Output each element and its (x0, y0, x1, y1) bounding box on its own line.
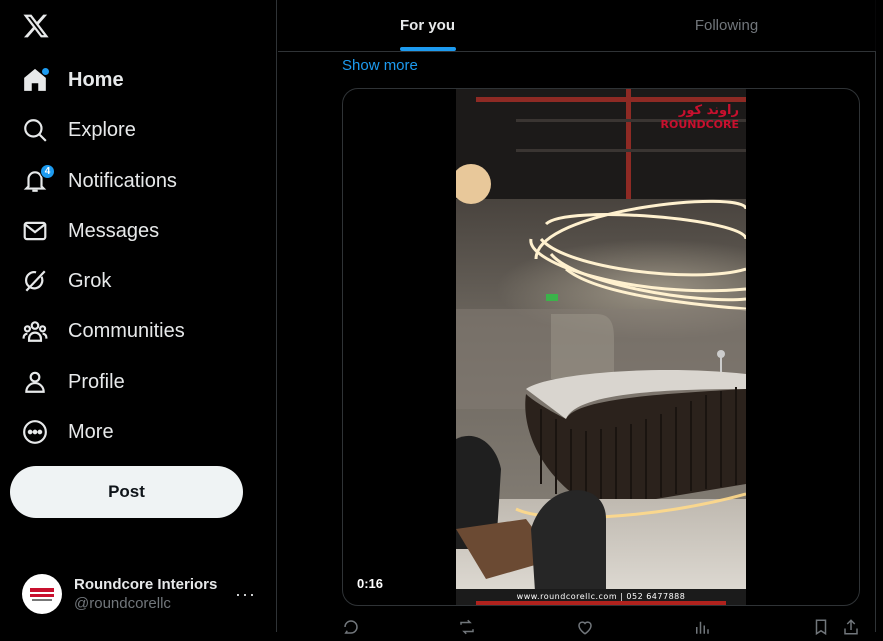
tab-label: For you (400, 17, 455, 34)
tweet-video[interactable]: راوند كور ROUNDCORE www.roundcorellc.com… (342, 88, 860, 606)
sidebar-item-home[interactable]: Home (10, 58, 240, 102)
video-footer-text: www.roundcorellc.com | 052 6477888 (517, 592, 686, 601)
sidebar-item-label: Explore (68, 118, 136, 141)
sidebar-item-messages[interactable]: Messages (10, 209, 240, 253)
x-logo-icon[interactable] (22, 12, 50, 40)
sidebar: Home Explore 4 Notifications Messages Gr… (0, 0, 277, 632)
bell-icon: 4 (22, 164, 55, 194)
reply-icon[interactable] (342, 618, 360, 636)
account-handle: @roundcorellc (74, 595, 171, 612)
more-options-icon[interactable]: ··· (235, 584, 256, 605)
active-tab-indicator (399, 47, 456, 51)
sidebar-item-notifications[interactable]: 4 Notifications (10, 159, 240, 203)
sidebar-item-grok[interactable]: Grok (10, 259, 240, 303)
sidebar-item-label: Messages (68, 219, 160, 242)
sidebar-item-label: Grok (68, 269, 112, 292)
account-switcher[interactable]: Roundcore Interiors @roundcorellc ··· (10, 566, 268, 622)
person-icon (22, 369, 48, 395)
more-circle-icon (22, 419, 48, 445)
home-icon (22, 67, 49, 93)
video-brand-arabic: راوند كور (678, 103, 739, 118)
like-icon[interactable] (576, 618, 594, 636)
scrollbar[interactable] (876, 0, 883, 632)
tweet-actions (342, 618, 860, 638)
tab-for-you[interactable]: For you (278, 0, 577, 51)
sidebar-item-profile[interactable]: Profile (10, 360, 240, 404)
sidebar-item-label: Home (68, 68, 124, 91)
people-icon (22, 318, 48, 344)
sidebar-item-more[interactable]: More (10, 410, 240, 454)
timeline-tabs: For you Following (278, 0, 876, 52)
grok-icon (22, 268, 48, 294)
video-frame: راوند كور ROUNDCORE www.roundcorellc.com… (456, 89, 746, 605)
tab-label: Following (694, 17, 759, 34)
share-icon[interactable] (842, 618, 860, 636)
views-icon[interactable] (693, 618, 711, 636)
sidebar-item-label: Profile (68, 370, 125, 393)
sidebar-item-explore[interactable]: Explore (10, 108, 240, 152)
account-name: Roundcore Interiors (74, 576, 218, 593)
tab-following[interactable]: Following (577, 0, 876, 51)
show-more-link[interactable]: Show more (342, 57, 418, 74)
sidebar-item-communities[interactable]: Communities (10, 309, 240, 353)
envelope-icon (22, 218, 48, 244)
retweet-icon[interactable] (458, 618, 476, 636)
post-button[interactable]: Post (10, 466, 243, 518)
sidebar-item-label: Communities (68, 319, 185, 342)
video-duration: 0:16 (357, 576, 384, 591)
sidebar-item-label: Notifications (68, 169, 177, 192)
new-content-dot (42, 68, 49, 75)
video-still-image: راوند كور ROUNDCORE www.roundcorellc.com… (456, 89, 746, 605)
bookmark-icon[interactable] (812, 618, 830, 636)
sidebar-item-label: More (68, 420, 114, 443)
main-timeline: For you Following Show more راوند كور RO… (278, 0, 876, 636)
avatar (22, 574, 62, 614)
search-icon (22, 117, 48, 143)
notification-count-badge: 4 (40, 164, 55, 179)
video-brand-latin: ROUNDCORE (661, 118, 740, 131)
